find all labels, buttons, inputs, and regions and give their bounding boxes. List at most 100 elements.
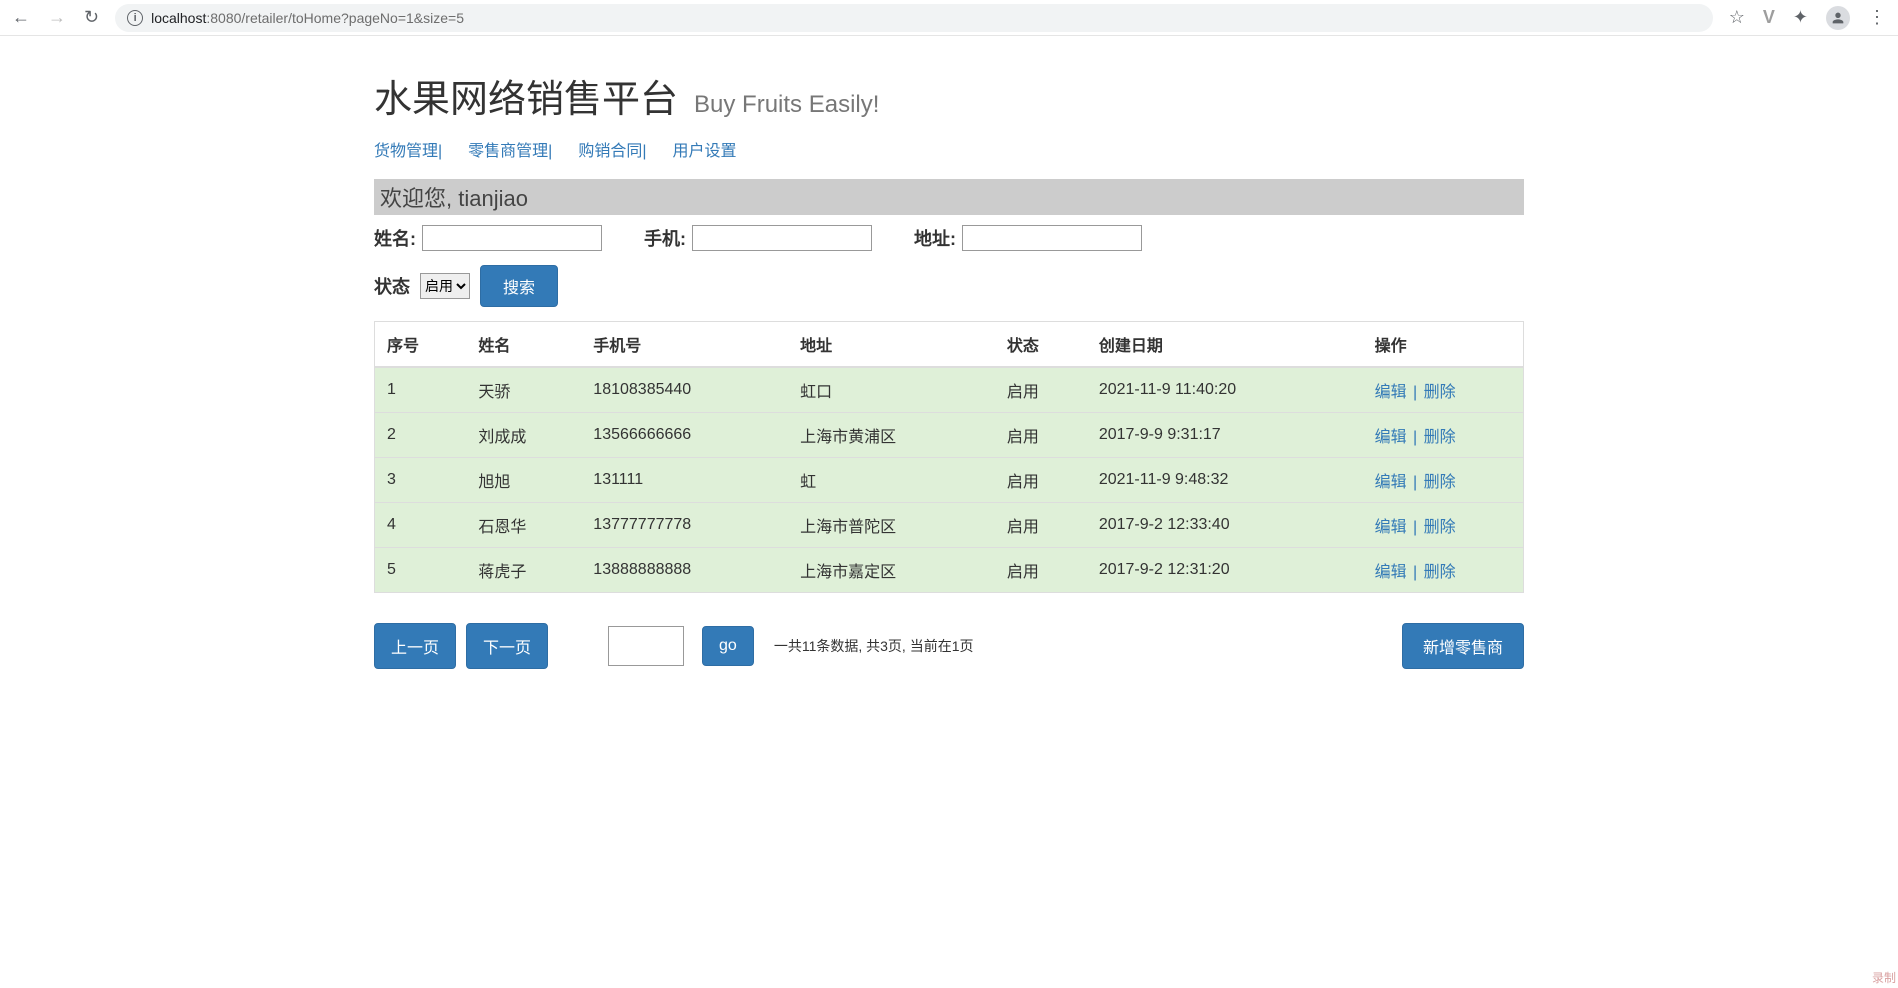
- browser-toolbar: ← → ↻ i localhost:8080/retailer/toHome?p…: [0, 0, 1898, 36]
- next-page-button[interactable]: 下一页: [466, 623, 548, 669]
- cell-phone: 18108385440: [581, 367, 788, 413]
- cell-created: 2021-11-9 9:48:32: [1087, 458, 1363, 503]
- welcome-user: tianjiao: [458, 186, 528, 211]
- cell-index: 5: [375, 548, 467, 593]
- address-bar[interactable]: i localhost:8080/retailer/toHome?pageNo=…: [115, 4, 1713, 32]
- pager-info-text: 一共11条数据, 共3页, 当前在1页: [774, 636, 974, 656]
- op-separator: |: [1409, 384, 1422, 401]
- filter-address-label: 地址:: [914, 225, 956, 251]
- th-name: 姓名: [466, 322, 581, 368]
- cell-index: 4: [375, 503, 467, 548]
- delete-link[interactable]: 删除: [1424, 474, 1456, 491]
- forward-icon[interactable]: →: [48, 7, 66, 28]
- go-button[interactable]: go: [702, 626, 754, 666]
- prev-page-button[interactable]: 上一页: [374, 623, 456, 669]
- search-button[interactable]: 搜索: [480, 265, 558, 307]
- extensions-puzzle-icon[interactable]: ✦: [1793, 7, 1808, 28]
- filter-status-label: 状态: [374, 273, 410, 299]
- th-index: 序号: [375, 322, 467, 368]
- nav-user-settings[interactable]: 用户设置: [673, 137, 737, 161]
- edit-link[interactable]: 编辑: [1375, 474, 1407, 491]
- url-text: localhost:8080/retailer/toHome?pageNo=1&…: [151, 10, 464, 26]
- op-separator: |: [1409, 474, 1422, 491]
- cell-name: 旭旭: [466, 458, 581, 503]
- browser-nav-buttons: ← → ↻: [12, 7, 99, 28]
- th-created: 创建日期: [1087, 322, 1363, 368]
- table-header-row: 序号 姓名 手机号 地址 状态 创建日期 操作: [375, 322, 1524, 368]
- cell-ops: 编辑 | 删除: [1363, 367, 1524, 413]
- page-title: 水果网络销售平台: [374, 68, 678, 123]
- table-row: 2刘成成13566666666上海市黄浦区启用2017-9-9 9:31:17编…: [375, 413, 1524, 458]
- cell-address: 上海市嘉定区: [788, 548, 995, 593]
- back-icon[interactable]: ←: [12, 7, 30, 28]
- v-extension-icon[interactable]: V: [1763, 7, 1775, 28]
- filter-name-input[interactable]: [422, 225, 602, 251]
- welcome-banner: 欢迎您, tianjiao: [374, 179, 1524, 215]
- cell-address: 上海市黄浦区: [788, 413, 995, 458]
- cell-index: 1: [375, 367, 467, 413]
- table-row: 3旭旭131111虹启用2021-11-9 9:48:32编辑 | 删除: [375, 458, 1524, 503]
- filter-row-1: 姓名: 手机: 地址:: [374, 225, 1524, 251]
- cell-name: 刘成成: [466, 413, 581, 458]
- edit-link[interactable]: 编辑: [1375, 384, 1407, 401]
- page-container: 水果网络销售平台 Buy Fruits Easily! 货物管理| 零售商管理|…: [374, 40, 1524, 669]
- th-phone: 手机号: [581, 322, 788, 368]
- edit-link[interactable]: 编辑: [1375, 564, 1407, 581]
- cell-created: 2017-9-9 9:31:17: [1087, 413, 1363, 458]
- pager-row: 上一页 下一页 go 一共11条数据, 共3页, 当前在1页 新增零售商: [374, 623, 1524, 669]
- cell-name: 天骄: [466, 367, 581, 413]
- op-separator: |: [1409, 519, 1422, 536]
- cell-created: 2017-9-2 12:33:40: [1087, 503, 1363, 548]
- reload-icon[interactable]: ↻: [84, 7, 99, 28]
- cell-index: 2: [375, 413, 467, 458]
- delete-link[interactable]: 删除: [1424, 519, 1456, 536]
- op-separator: |: [1409, 429, 1422, 446]
- profile-avatar-icon[interactable]: [1826, 6, 1850, 30]
- filter-phone-label: 手机:: [644, 225, 686, 251]
- cell-ops: 编辑 | 删除: [1363, 548, 1524, 593]
- cell-ops: 编辑 | 删除: [1363, 503, 1524, 548]
- filter-address-input[interactable]: [962, 225, 1142, 251]
- cell-created: 2021-11-9 11:40:20: [1087, 367, 1363, 413]
- delete-link[interactable]: 删除: [1424, 429, 1456, 446]
- recording-watermark: 录制: [1872, 969, 1896, 986]
- edit-link[interactable]: 编辑: [1375, 429, 1407, 446]
- kebab-menu-icon[interactable]: ⋮: [1868, 7, 1886, 28]
- browser-right-icons: ☆ V ✦ ⋮: [1729, 6, 1886, 30]
- add-retailer-button[interactable]: 新增零售商: [1402, 623, 1524, 669]
- table-row: 4石恩华13777777778上海市普陀区启用2017-9-2 12:33:40…: [375, 503, 1524, 548]
- filter-status-select[interactable]: 启用: [420, 273, 470, 299]
- cell-status: 启用: [995, 413, 1087, 458]
- cell-address: 虹: [788, 458, 995, 503]
- bookmark-star-icon[interactable]: ☆: [1729, 7, 1745, 28]
- nav-goods[interactable]: 货物管理|: [374, 137, 442, 161]
- welcome-prefix: 欢迎您,: [380, 186, 458, 211]
- cell-name: 蒋虎子: [466, 548, 581, 593]
- cell-ops: 编辑 | 删除: [1363, 458, 1524, 503]
- cell-phone: 131111: [581, 458, 788, 503]
- nav-contract[interactable]: 购销合同|: [578, 137, 646, 161]
- th-ops: 操作: [1363, 322, 1524, 368]
- edit-link[interactable]: 编辑: [1375, 519, 1407, 536]
- cell-created: 2017-9-2 12:31:20: [1087, 548, 1363, 593]
- nav-retailer[interactable]: 零售商管理|: [468, 137, 552, 161]
- delete-link[interactable]: 删除: [1424, 564, 1456, 581]
- th-address: 地址: [788, 322, 995, 368]
- pager-left: 上一页 下一页 go 一共11条数据, 共3页, 当前在1页: [374, 623, 974, 669]
- delete-link[interactable]: 删除: [1424, 384, 1456, 401]
- page-header: 水果网络销售平台 Buy Fruits Easily!: [374, 68, 1524, 123]
- cell-address: 虹口: [788, 367, 995, 413]
- th-status: 状态: [995, 322, 1087, 368]
- table-row: 5蒋虎子13888888888上海市嘉定区启用2017-9-2 12:31:20…: [375, 548, 1524, 593]
- filter-phone-input[interactable]: [692, 225, 872, 251]
- cell-name: 石恩华: [466, 503, 581, 548]
- filter-row-2: 状态 启用 搜索: [374, 265, 1524, 307]
- cell-status: 启用: [995, 458, 1087, 503]
- table-row: 1天骄18108385440虹口启用2021-11-9 11:40:20编辑 |…: [375, 367, 1524, 413]
- top-nav: 货物管理| 零售商管理| 购销合同| 用户设置: [374, 137, 1524, 161]
- cell-phone: 13888888888: [581, 548, 788, 593]
- site-info-icon[interactable]: i: [127, 10, 143, 26]
- filter-name-label: 姓名:: [374, 225, 416, 251]
- page-number-input[interactable]: [608, 626, 684, 666]
- cell-status: 启用: [995, 367, 1087, 413]
